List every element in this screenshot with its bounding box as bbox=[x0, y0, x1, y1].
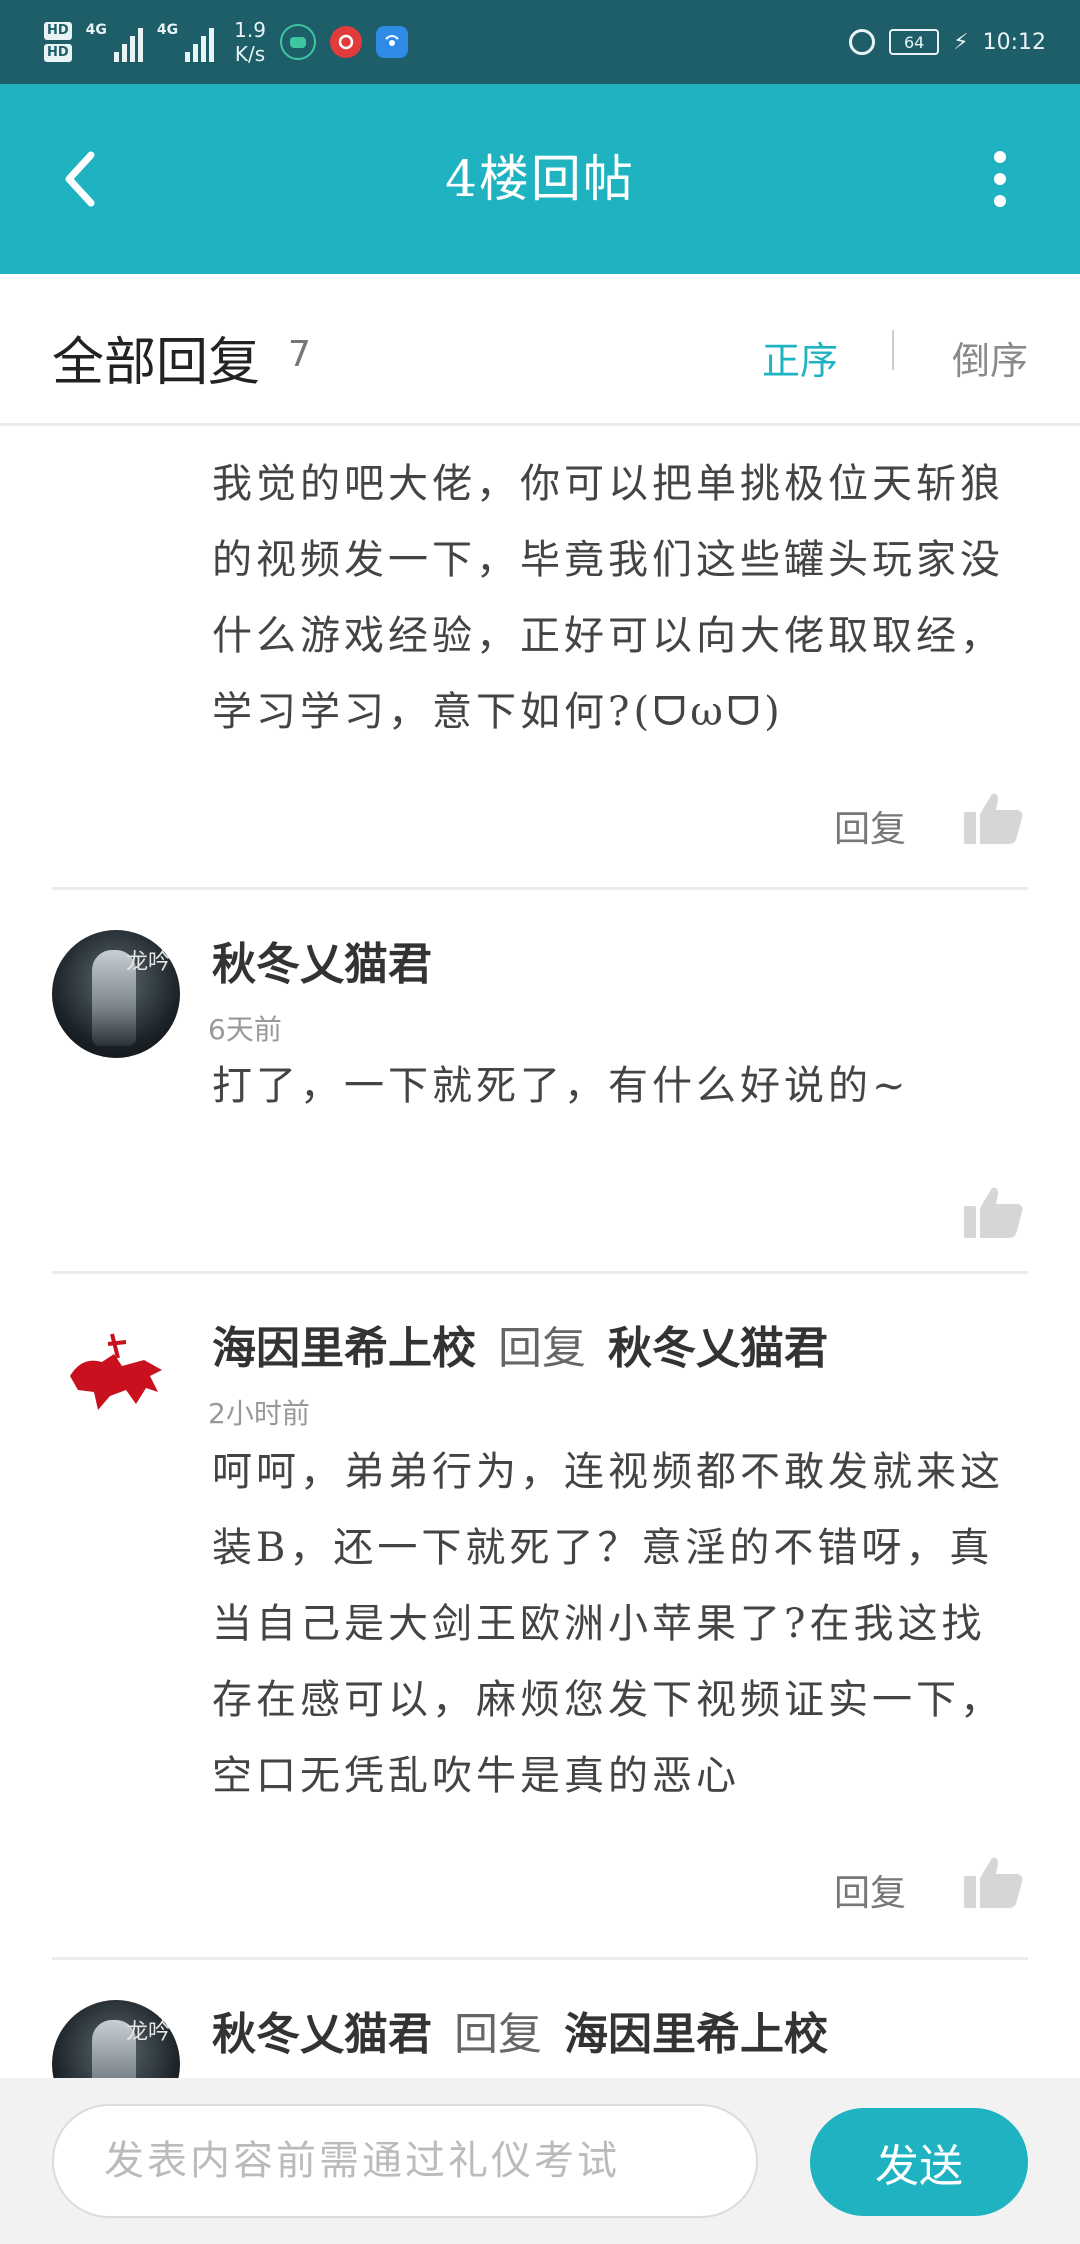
avatar-text: 龙吟 bbox=[125, 2020, 170, 2045]
author-name[interactable]: 秋冬乂猫君 bbox=[212, 2009, 432, 2060]
wechat-notification-icon bbox=[279, 24, 316, 60]
network-2-label: 4G bbox=[156, 22, 179, 38]
dot-icon bbox=[994, 151, 1006, 163]
thumbs-up-icon[interactable] bbox=[962, 1184, 1024, 1240]
reply-target-name[interactable]: 海因里希上校 bbox=[564, 2009, 828, 2060]
clock: 10:12 bbox=[982, 29, 1046, 55]
replies-list: 我觉的吧大佬，你可以把单挑极位天斩狼的视频发一下，毕竟我们这些罐头玩家没什么游戏… bbox=[0, 426, 1080, 2078]
reply-button[interactable]: 回复 bbox=[834, 1864, 906, 1916]
reply-text: 我觉的吧大佬，你可以把单挑极位天斩狼的视频发一下，毕竟我们这些罐头玩家没什么游戏… bbox=[212, 461, 1004, 735]
reply-text: 呵呵，弟弟行为，连视频都不敢发就来这装B，还一下就死了？意淫的不错呀，真当自己是… bbox=[212, 1449, 1004, 1799]
speed-value: 1.9 bbox=[234, 18, 266, 42]
avatar-text: 龙吟 bbox=[125, 950, 170, 975]
network-speed: 1.9 K/s bbox=[234, 18, 266, 66]
reply-text: 打了，一下就死了，有什么好说的~ bbox=[212, 1063, 910, 1109]
status-left: HD HD 4G 4G 1.9 K/s bbox=[44, 12, 408, 72]
hd-indicators: HD HD bbox=[44, 22, 72, 62]
reply-author-line: 海因里希上校 回复 秋冬乂猫君 bbox=[212, 1312, 828, 1376]
comment-input[interactable]: 发表内容前需通过礼仪考试 bbox=[52, 2104, 758, 2218]
reply-author-line: 秋冬乂猫君 bbox=[212, 928, 432, 992]
author-name[interactable]: 秋冬乂猫君 bbox=[212, 939, 432, 990]
network-1-label: 4G bbox=[85, 22, 107, 38]
status-right: 64 ⚡ 10:12 bbox=[849, 18, 1046, 66]
battery-level: 64 bbox=[903, 32, 925, 52]
speed-unit: K/s bbox=[234, 42, 266, 66]
reply-count: 7 bbox=[288, 334, 311, 375]
reply-item: 海因里希上校 回复 秋冬乂猫君 2小时前 呵呵，弟弟行为，连视频都不敢发就来这装B，… bbox=[52, 1274, 1028, 1960]
music-notification-icon bbox=[329, 26, 362, 58]
reply-target-name[interactable]: 秋冬乂猫君 bbox=[608, 1323, 828, 1374]
dot-icon bbox=[994, 195, 1006, 207]
reply-verb: 回复 bbox=[498, 1323, 586, 1374]
avatar[interactable]: 龙吟 bbox=[52, 930, 180, 1058]
hotspot-notification-icon bbox=[375, 26, 408, 58]
dot-icon bbox=[994, 173, 1006, 185]
battery-icon: 64 bbox=[889, 29, 940, 55]
all-replies-title: 全部回复 bbox=[52, 333, 261, 393]
signal-2-icon: 4G bbox=[156, 22, 215, 62]
reply-button[interactable]: 回复 bbox=[834, 800, 906, 852]
hd2-badge: HD bbox=[44, 44, 72, 62]
avatar[interactable]: 龙吟 bbox=[52, 2000, 180, 2078]
comment-bar: 发表内容前需通过礼仪考试 发送 bbox=[0, 2078, 1080, 2244]
thumbs-up-icon[interactable] bbox=[962, 1854, 1024, 1910]
charging-icon: ⚡ bbox=[953, 29, 969, 55]
replies-header: 全部回复 7 正序 倒序 bbox=[0, 274, 1080, 426]
reply-author-line: 秋冬乂猫君 回复 海因里希上校 bbox=[212, 1998, 828, 2062]
signal-1-icon: 4G bbox=[86, 22, 143, 62]
reply-item: 我觉的吧大佬，你可以把单挑极位天斩狼的视频发一下，毕竟我们这些罐头玩家没什么游戏… bbox=[52, 426, 1028, 890]
thumbs-up-icon[interactable] bbox=[962, 790, 1024, 846]
knight-logo-icon bbox=[70, 1333, 162, 1410]
reply-verb: 回复 bbox=[454, 2009, 542, 2060]
sort-descending-tab[interactable]: 倒序 bbox=[952, 330, 1028, 385]
reply-time: 2小时前 bbox=[208, 1397, 310, 1430]
avatar[interactable] bbox=[52, 1314, 180, 1442]
author-name[interactable]: 海因里希上校 bbox=[212, 1323, 476, 1374]
app-header: 4楼回帖 bbox=[0, 84, 1080, 274]
reply-item: 龙吟 秋冬乂猫君 6天前 打了，一下就死了，有什么好说的~ bbox=[52, 890, 1028, 1274]
alarm-icon bbox=[849, 29, 876, 55]
reply-item: 龙吟 秋冬乂猫君 回复 海因里希上校 bbox=[52, 1960, 1028, 2078]
send-button[interactable]: 发送 bbox=[810, 2108, 1028, 2216]
page-title: 4楼回帖 bbox=[445, 150, 635, 208]
reply-time: 6天前 bbox=[208, 1013, 282, 1046]
more-options-button[interactable] bbox=[980, 144, 1020, 214]
hd1-badge: HD bbox=[44, 22, 72, 40]
sort-ascending-tab[interactable]: 正序 bbox=[762, 330, 838, 385]
sort-divider bbox=[892, 330, 894, 370]
status-bar: HD HD 4G 4G 1.9 K/s 64 ⚡ 10:12 bbox=[0, 0, 1080, 84]
